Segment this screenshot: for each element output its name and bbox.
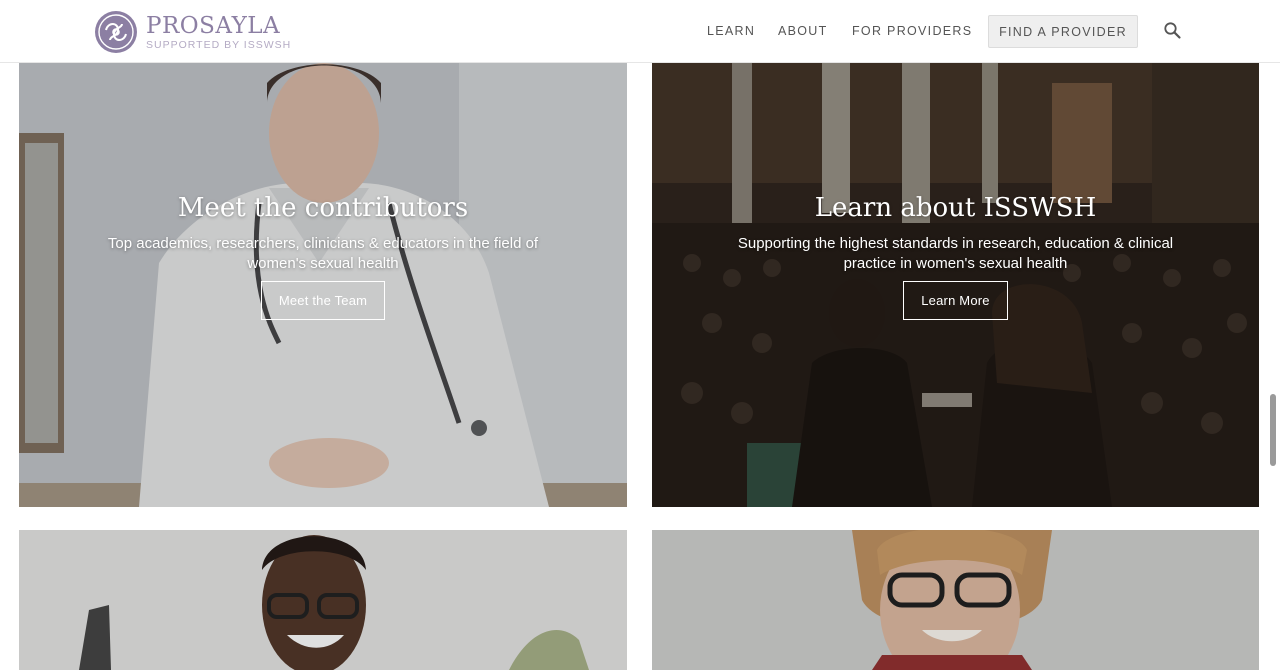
card-overlay xyxy=(19,530,627,670)
nav-learn[interactable]: LEARN xyxy=(707,24,755,38)
isswsh-description: Supporting the highest standards in rese… xyxy=(737,235,1174,272)
nav-about[interactable]: ABOUT xyxy=(778,24,828,38)
find-a-provider-button[interactable]: FIND A PROVIDER xyxy=(988,15,1138,48)
logo-name: PROSAYLA xyxy=(146,12,281,39)
meet-the-team-button[interactable]: Meet the Team xyxy=(260,281,386,320)
card-overlay xyxy=(652,530,1259,670)
scrollbar-thumb[interactable] xyxy=(1270,394,1276,466)
contributors-content: Meet the contributors Top academics, res… xyxy=(19,192,627,320)
site-header: PROSAYLA SUPPORTED BY ISSWSH LEARN ABOUT… xyxy=(0,0,1280,63)
isswsh-card: Learn about ISSWSH Supporting the highes… xyxy=(652,63,1259,507)
bottom-right-card xyxy=(652,530,1259,670)
isswsh-title: Learn about ISSWSH xyxy=(814,193,1097,223)
logo-subtitle: SUPPORTED BY ISSWSH xyxy=(146,38,292,51)
bottom-left-card xyxy=(19,530,627,670)
prosayla-logo-icon xyxy=(95,11,137,53)
logo-text: PROSAYLA SUPPORTED BY ISSWSH xyxy=(146,14,291,51)
prosayla-logo[interactable]: PROSAYLA SUPPORTED BY ISSWSH xyxy=(94,9,291,55)
page-scrollbar[interactable] xyxy=(1268,64,1280,662)
isswsh-content: Learn about ISSWSH Supporting the highes… xyxy=(652,192,1259,320)
learn-more-button[interactable]: Learn More xyxy=(903,281,1008,320)
contributors-title: Meet the contributors xyxy=(177,193,469,223)
search-icon[interactable] xyxy=(1163,21,1183,41)
contributors-description: Top academics, researchers, clinicians &… xyxy=(107,235,539,272)
contributors-card: Meet the contributors Top academics, res… xyxy=(19,63,627,507)
nav-for-providers[interactable]: FOR PROVIDERS xyxy=(852,24,972,38)
